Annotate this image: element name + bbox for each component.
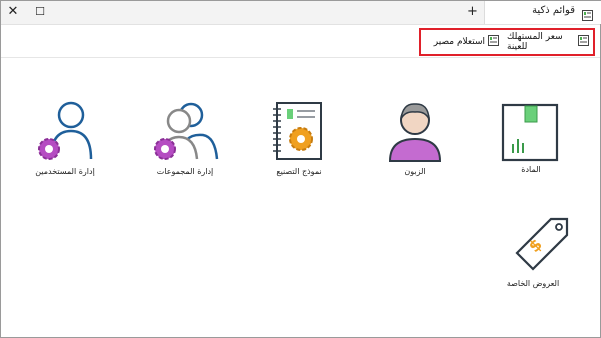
tile-label: العروض الخاصة xyxy=(506,279,560,288)
tile-material[interactable]: المادة xyxy=(491,97,571,177)
tile-customer[interactable]: الزبون xyxy=(375,97,455,177)
tab-label: قوائم ذكية xyxy=(532,5,575,16)
tile-label: إدارة المجموعات xyxy=(156,167,214,176)
title-bar: ✕ ☐ + قوائم ذكية xyxy=(1,1,601,25)
maximize-window-button[interactable]: ☐ xyxy=(31,3,49,21)
report-icon xyxy=(582,6,593,25)
tile-label: إدارة المستخدمين xyxy=(35,167,95,176)
tile-special-offers[interactable]: $ العروض الخاصة xyxy=(493,213,573,293)
tab-smart-lists[interactable]: قوائم ذكية xyxy=(484,1,601,24)
tile-groups-management[interactable]: إدارة المجموعات xyxy=(145,97,225,177)
app-window: ✕ ☐ + قوائم ذكية سعر المستهلك للعينة است… xyxy=(0,0,601,338)
new-tab-button[interactable]: + xyxy=(467,4,478,19)
button-label: سعر المستهلك للعينة xyxy=(507,31,563,52)
report-icon xyxy=(488,34,499,49)
tile-users-management[interactable]: إدارة المستخدمين xyxy=(25,97,105,177)
tile-label: نموذج التصنيع xyxy=(276,167,322,176)
toolbar-button-query[interactable]: استعلام مصير xyxy=(421,29,501,54)
close-window-button[interactable]: ✕ xyxy=(4,3,22,21)
toolbar-button-consumer-price[interactable]: سعر المستهلك للعينة xyxy=(507,29,591,54)
tile-label: المادة xyxy=(521,165,541,174)
toolbar: سعر المستهلك للعينة استعلام مصير xyxy=(1,25,600,58)
button-label: استعلام مصير xyxy=(433,36,485,47)
tile-label: الزبون xyxy=(404,167,426,176)
tile-manufacturing-model[interactable]: نموذج التصنيع xyxy=(259,97,339,177)
report-icon xyxy=(578,34,589,49)
